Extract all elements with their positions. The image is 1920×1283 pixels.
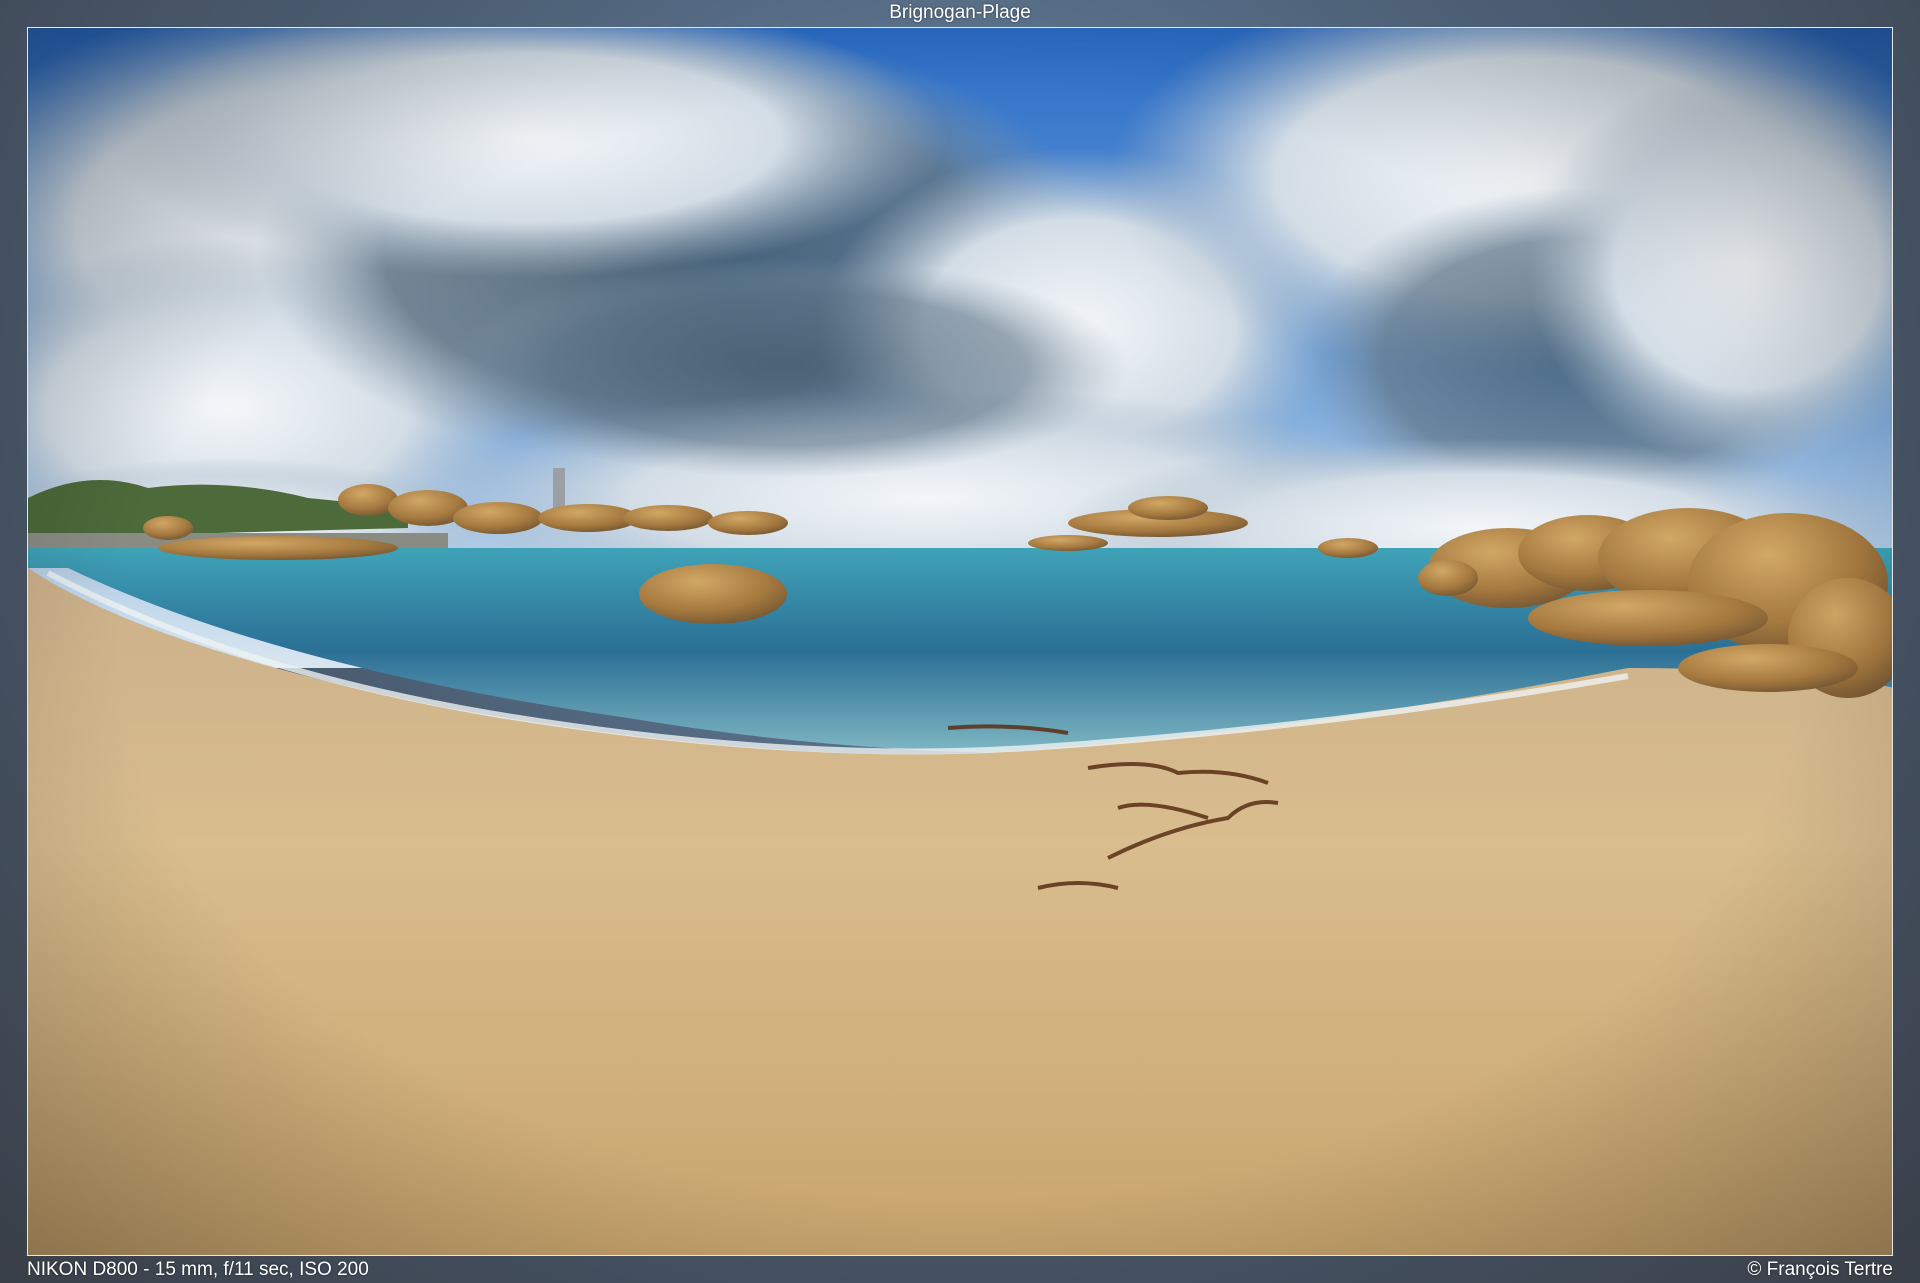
landscape-photo <box>27 27 1893 1256</box>
copyright-caption: © François Tertre <box>1747 1259 1893 1280</box>
photo-title: Brignogan-Plage <box>889 2 1031 23</box>
exif-caption: NIKON D800 - 15 mm, f/11 sec, ISO 200 <box>27 1259 369 1280</box>
